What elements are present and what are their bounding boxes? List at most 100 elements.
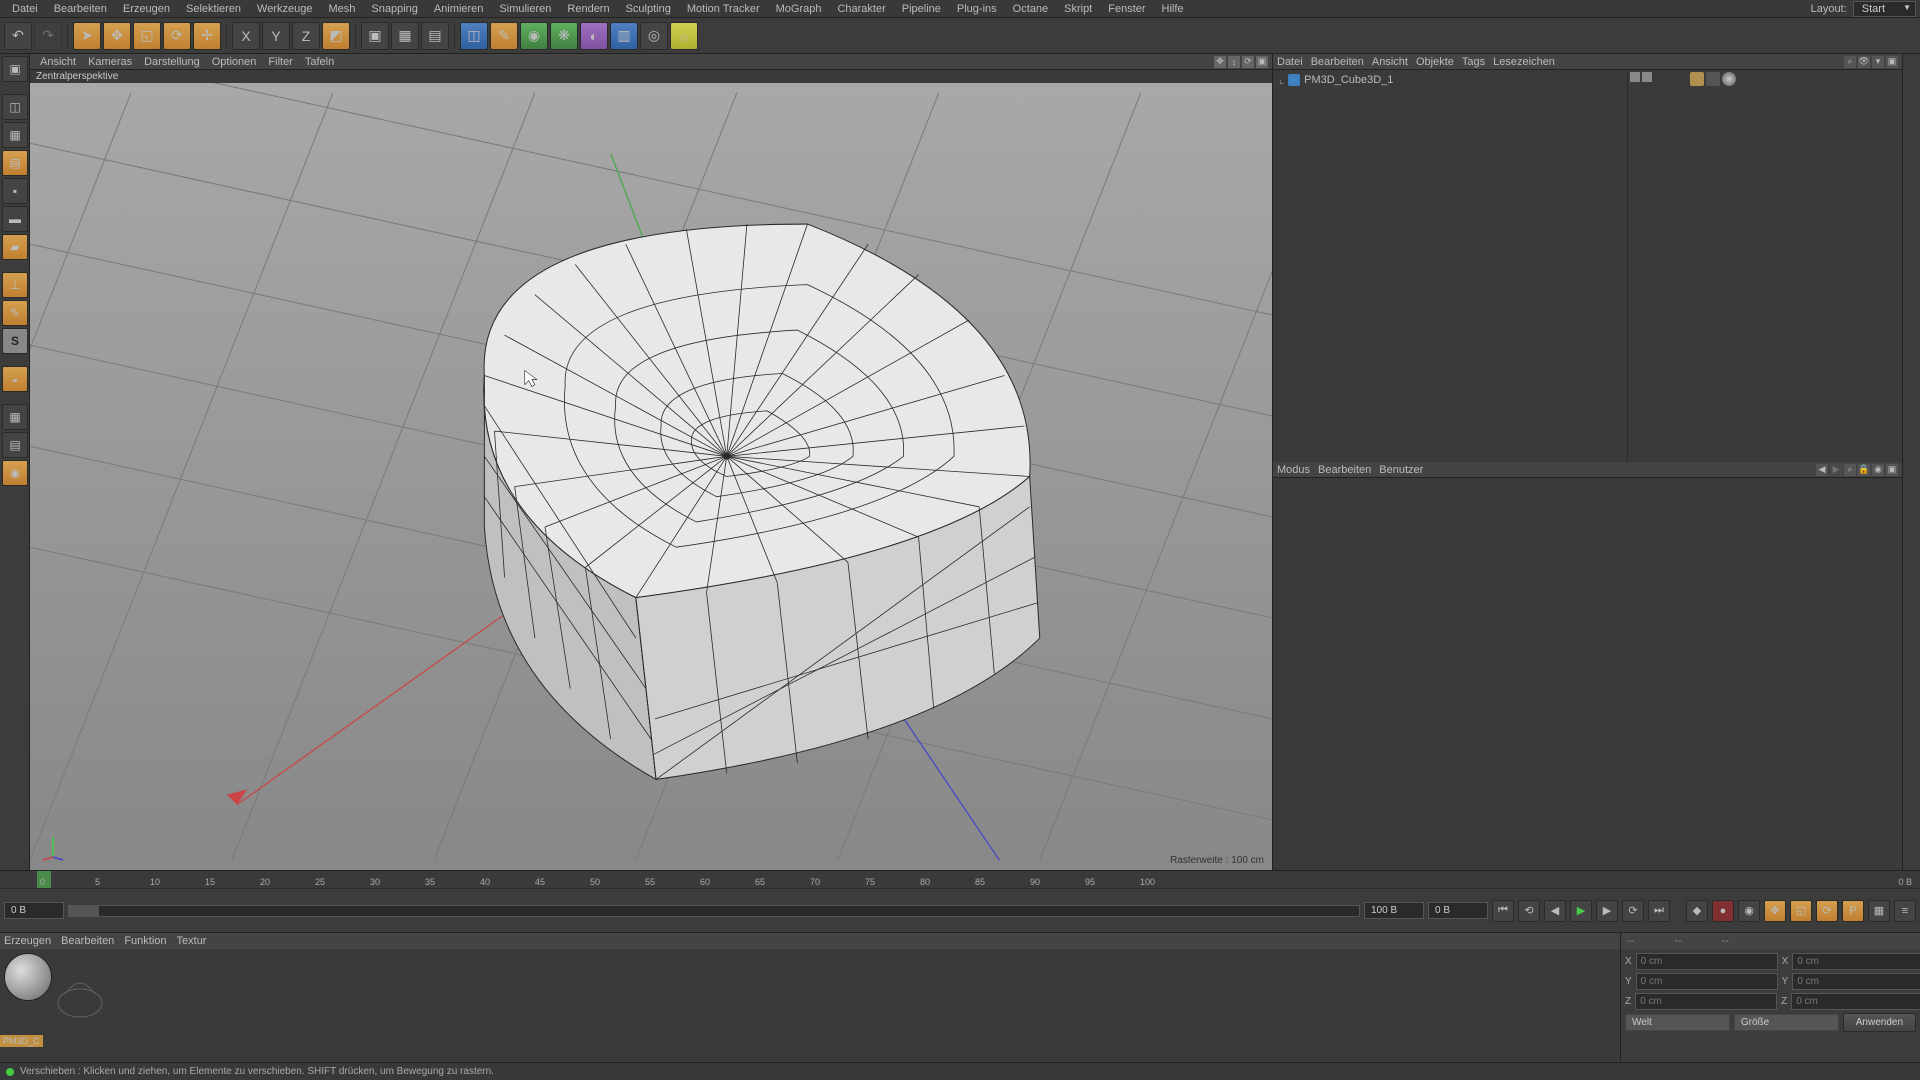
object-name[interactable]: PM3D_Cube3D_1 — [1304, 74, 1393, 86]
material-list[interactable]: PM3D_C — [0, 949, 1620, 1062]
menu-plugins[interactable]: Plug-ins — [949, 3, 1005, 15]
vp-maximize-icon[interactable]: ▣ — [1256, 56, 1268, 68]
object-render-toggle[interactable] — [1642, 72, 1652, 82]
add-camera-button[interactable]: ◎ — [640, 22, 668, 50]
size-y-input[interactable] — [1792, 973, 1920, 990]
vp-menu-filter[interactable]: Filter — [262, 56, 298, 68]
obj-expand-icon[interactable]: ▣ — [1886, 56, 1898, 68]
next-frame-button[interactable]: ▶ — [1596, 900, 1618, 922]
phong-tag-icon[interactable] — [1690, 72, 1704, 86]
pos-z-input[interactable] — [1635, 993, 1777, 1010]
add-deformer-button[interactable]: ◐ — [580, 22, 608, 50]
undo-button[interactable]: ↶ — [4, 22, 32, 50]
material-name-label[interactable]: PM3D_C — [0, 1035, 43, 1047]
menu-mesh[interactable]: Mesh — [320, 3, 363, 15]
viewport-3d[interactable]: Rasterweite : 100 cm — [30, 83, 1272, 870]
key-rot-button[interactable]: ⟳ — [1816, 900, 1838, 922]
scale-tool[interactable]: ◱ — [133, 22, 161, 50]
menu-snapping[interactable]: Snapping — [363, 3, 426, 15]
record-key-button[interactable]: ◆ — [1686, 900, 1708, 922]
obj-menu-tags[interactable]: Tags — [1462, 56, 1485, 68]
vp-rotate-icon[interactable]: ⟳ — [1242, 56, 1254, 68]
polygon-mode-button[interactable]: ▰ — [2, 234, 28, 260]
render-active-button[interactable]: ▦ — [391, 22, 419, 50]
texture-tag-icon[interactable] — [1722, 72, 1736, 86]
add-nurbs-button[interactable]: ◉ — [520, 22, 548, 50]
add-light-button[interactable]: ☼ — [670, 22, 698, 50]
material-thumbnail[interactable] — [4, 953, 52, 1001]
size-x-input[interactable] — [1792, 953, 1920, 970]
obj-search-icon[interactable]: ⌕ — [1844, 56, 1856, 68]
attr-menu-modus[interactable]: Modus — [1277, 464, 1310, 476]
attr-menu-benutzer[interactable]: Benutzer — [1379, 464, 1423, 476]
workplane-tool[interactable]: ◒ — [2, 366, 28, 392]
mat-menu-textur[interactable]: Textur — [177, 935, 207, 947]
current-frame-input[interactable] — [1428, 902, 1488, 919]
object-tree-item[interactable]: ⌞ PM3D_Cube3D_1 — [1275, 72, 1625, 87]
vp-menu-ansicht[interactable]: Ansicht — [34, 56, 82, 68]
attribute-manager[interactable] — [1273, 478, 1902, 870]
start-frame-input[interactable] — [4, 902, 64, 919]
goto-next-key-button[interactable]: ⟳ — [1622, 900, 1644, 922]
size-mode-dropdown[interactable]: Größe — [1734, 1014, 1839, 1031]
vp-menu-optionen[interactable]: Optionen — [206, 56, 263, 68]
snap-tool[interactable]: S — [2, 328, 28, 354]
attr-back-icon[interactable]: ◀ — [1816, 464, 1828, 476]
add-generator-button[interactable]: ❋ — [550, 22, 578, 50]
menu-mograph[interactable]: MoGraph — [768, 3, 830, 15]
workplane-mode-button[interactable]: ▤ — [2, 150, 28, 176]
goto-prev-key-button[interactable]: ⟲ — [1518, 900, 1540, 922]
menu-erzeugen[interactable]: Erzeugen — [115, 3, 178, 15]
vp-menu-darstellung[interactable]: Darstellung — [138, 56, 206, 68]
timeline-ruler[interactable]: 0 5 10 15 20 25 30 35 40 45 50 55 60 65 … — [0, 871, 1920, 889]
autokey-button[interactable]: ● — [1712, 900, 1734, 922]
z-axis-lock[interactable]: Z — [292, 22, 320, 50]
obj-menu-ansicht[interactable]: Ansicht — [1372, 56, 1408, 68]
vp-menu-tafeln[interactable]: Tafeln — [299, 56, 340, 68]
live-select-tool[interactable]: ➤ — [73, 22, 101, 50]
obj-menu-lesezeichen[interactable]: Lesezeichen — [1493, 56, 1555, 68]
tweak-tool[interactable]: ✎ — [2, 300, 28, 326]
add-pen-button[interactable]: ✎ — [490, 22, 518, 50]
auto-workplane[interactable]: ◉ — [2, 460, 28, 486]
model-mode-button[interactable]: ◫ — [2, 94, 28, 120]
redo-button[interactable]: ↷ — [34, 22, 62, 50]
menu-werkzeuge[interactable]: Werkzeuge — [249, 3, 320, 15]
obj-menu-objekte[interactable]: Objekte — [1416, 56, 1454, 68]
mat-menu-funktion[interactable]: Funktion — [124, 935, 166, 947]
menu-sculpting[interactable]: Sculpting — [618, 3, 679, 15]
pos-x-input[interactable] — [1636, 953, 1778, 970]
attr-new-icon[interactable]: ◉ — [1872, 464, 1884, 476]
make-editable-button[interactable]: ▣ — [2, 56, 28, 82]
obj-filter-icon[interactable]: ▾ — [1872, 56, 1884, 68]
axis-tool[interactable]: ⊥ — [2, 272, 28, 298]
rotate-tool[interactable]: ⟳ — [163, 22, 191, 50]
attr-lock-icon[interactable]: 🔒 — [1858, 464, 1870, 476]
obj-eye-icon[interactable]: 👁 — [1858, 56, 1870, 68]
menu-animieren[interactable]: Animieren — [426, 3, 492, 15]
menu-motiontracker[interactable]: Motion Tracker — [679, 3, 768, 15]
uvw-tag-icon[interactable] — [1706, 72, 1720, 86]
menu-simulieren[interactable]: Simulieren — [491, 3, 559, 15]
timeline-range-slider[interactable] — [68, 905, 1360, 917]
y-axis-lock[interactable]: Y — [262, 22, 290, 50]
attr-up-icon[interactable]: ⌕ — [1844, 464, 1856, 476]
attr-menu-bearbeiten[interactable]: Bearbeiten — [1318, 464, 1371, 476]
point-mode-button[interactable]: ▪ — [2, 178, 28, 204]
menu-hilfe[interactable]: Hilfe — [1154, 3, 1192, 15]
attr-expand-icon[interactable]: ▣ — [1886, 464, 1898, 476]
render-view-button[interactable]: ▣ — [361, 22, 389, 50]
goto-end-button[interactable]: ⏭ — [1648, 900, 1670, 922]
add-cube-button[interactable]: ◫ — [460, 22, 488, 50]
right-collapsed-strip[interactable] — [1902, 54, 1920, 870]
navigation-cube[interactable] — [38, 832, 68, 862]
render-settings-button[interactable]: ▤ — [421, 22, 449, 50]
x-axis-lock[interactable]: X — [232, 22, 260, 50]
obj-menu-datei[interactable]: Datei — [1277, 56, 1303, 68]
key-pla-button[interactable]: ▦ — [1868, 900, 1890, 922]
object-visibility-toggle[interactable] — [1630, 72, 1640, 82]
end-frame-input[interactable] — [1364, 902, 1424, 919]
key-param-button[interactable]: P — [1842, 900, 1864, 922]
play-button[interactable]: ▶ — [1570, 900, 1592, 922]
coord-system-button[interactable]: ◩ — [322, 22, 350, 50]
